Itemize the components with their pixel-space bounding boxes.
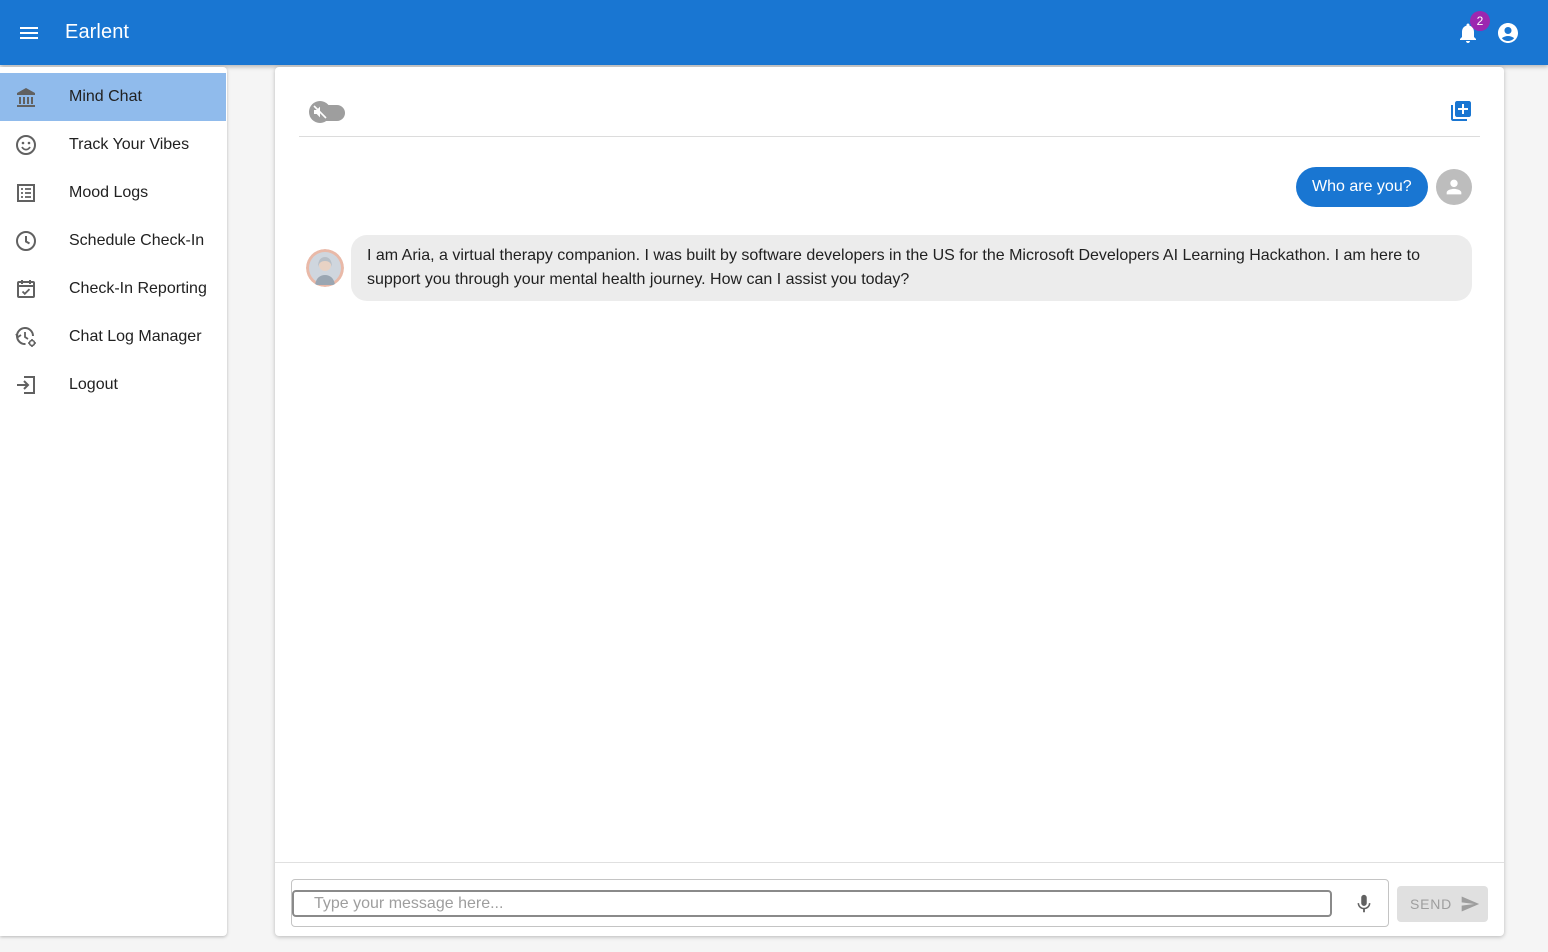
microphone-icon[interactable] [1352,892,1376,916]
notification-badge: 2 [1470,11,1490,31]
sidebar-item-label: Mood Logs [69,184,149,201]
calendar-check-icon [14,277,38,301]
app-title: Earlent [65,21,130,43]
sidebar-item-check-in-reporting[interactable]: Check-In Reporting [0,265,226,313]
chat-toolbar [299,89,1480,137]
voice-off-icon [309,101,331,123]
send-arrow-icon [1459,893,1481,915]
sidebar-item-chat-log-manager[interactable]: Chat Log Manager [0,313,226,361]
sidebar-item-label: Chat Log Manager [69,328,202,345]
voice-toggle-switch[interactable] [309,99,347,123]
sidebar-item-label: Mind Chat [69,88,142,105]
sidebar-item-mood-logs[interactable]: Mood Logs [0,169,226,217]
brain-chat-icon [14,85,38,109]
sidebar-item-schedule-check-in[interactable]: Schedule Check-In [0,217,226,265]
sidebar-item-mind-chat[interactable]: Mind Chat [0,73,226,121]
send-button[interactable]: SEND [1397,886,1488,922]
chat-panel: Who are you? I am Aria, a virtual therap… [275,67,1504,936]
assistant-message-bubble: I am Aria, a virtual therapy companion. … [351,235,1472,301]
user-avatar-icon [1436,169,1472,205]
send-button-label: SEND [1410,896,1453,912]
list-icon [14,181,38,205]
sidebar-item-logout[interactable]: Logout [0,361,226,409]
user-message-bubble: Who are you? [1296,167,1428,207]
new-chat-icon[interactable] [1447,97,1475,125]
message-input[interactable] [292,890,1332,917]
assistant-avatar [306,249,344,287]
sidebar-item-label: Schedule Check-In [69,232,205,249]
clock-icon [14,229,38,253]
sidebar-item-label: Track Your Vibes [69,136,190,153]
account-circle-icon[interactable] [1492,17,1524,49]
history-settings-icon [14,325,38,349]
sidebar: Mind Chat Track Your Vibes Mood Logs Sch… [0,67,227,936]
smiley-face-icon [14,133,38,157]
sidebar-item-label: Check-In Reporting [69,280,207,297]
sidebar-item-track-your-vibes[interactable]: Track Your Vibes [0,121,226,169]
message-input-bar: SEND [275,862,1504,936]
logout-icon [14,373,38,397]
app-bar: Earlent 2 [0,0,1548,65]
menu-icon[interactable] [13,17,45,49]
message-input-wrapper [291,879,1389,927]
sidebar-item-label: Logout [69,376,118,393]
